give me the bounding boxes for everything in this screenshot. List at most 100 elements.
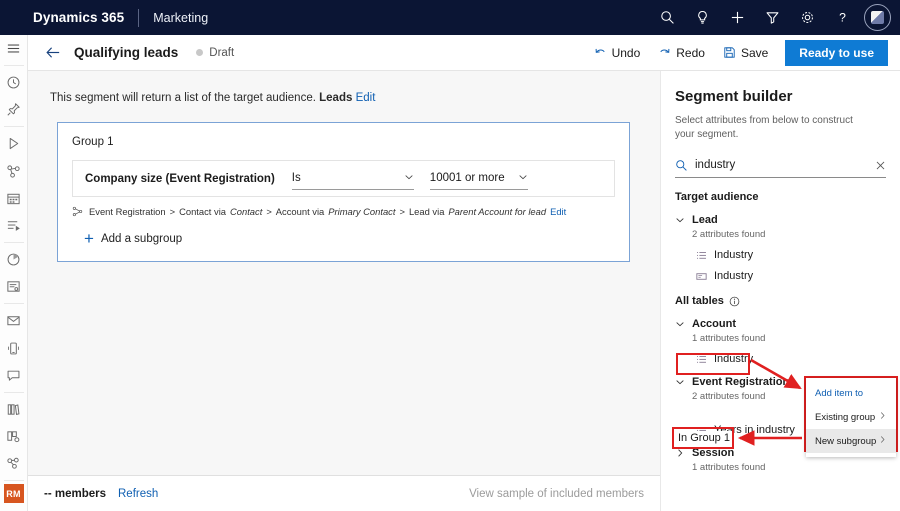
segments-icon[interactable] (0, 158, 28, 185)
ready-to-use-button[interactable]: Ready to use (785, 40, 888, 66)
path-segment: Event Registration (89, 206, 166, 217)
recent-clock-icon[interactable] (0, 69, 28, 96)
pie-chart-icon[interactable] (0, 246, 28, 273)
table-row-lead[interactable]: Lead (675, 214, 886, 226)
table-name: Lead (692, 214, 718, 226)
search-input[interactable] (695, 159, 875, 171)
rule-operator-dropdown[interactable]: Is (292, 168, 414, 190)
lightbulb-icon[interactable] (685, 0, 720, 35)
command-bar: Qualifying leads Draft Undo Redo (28, 35, 900, 71)
add-subgroup-label: Add a subgroup (101, 233, 182, 245)
command-bar-actions: Undo Redo Save Ready to use (585, 40, 900, 66)
attribute-count: 2 attributes found (692, 229, 886, 240)
attribute-label: Industry (714, 353, 753, 365)
mobile-icon[interactable] (0, 334, 28, 361)
brand-title: Dynamics 365 (33, 10, 124, 25)
target-audience-label: Target audience (675, 191, 759, 203)
connections-icon[interactable] (0, 450, 28, 477)
path-separator: > (170, 206, 175, 217)
undo-button[interactable]: Undo (585, 42, 650, 64)
context-menu-item-label: New subgroup (815, 436, 876, 447)
templates-icon[interactable] (0, 423, 28, 450)
attribute-row-account-industry[interactable]: Industry (696, 353, 886, 365)
panel-subtitle: Select attributes from below to construc… (675, 114, 860, 141)
status-label: Draft (209, 47, 234, 59)
status-badge: Draft (196, 47, 234, 59)
svg-text:?: ? (839, 11, 846, 25)
suite-bar-actions: ? (650, 0, 900, 35)
relationship-path: Event Registration > Contact via Contact… (72, 206, 615, 217)
rule-row: Company size (Event Registration) Is 100… (72, 160, 615, 197)
table-name: Event Registration (692, 376, 789, 388)
path-segment-italic: Primary Contact (328, 206, 395, 217)
save-label: Save (741, 46, 768, 60)
path-separator: > (399, 206, 404, 217)
avatar[interactable] (864, 4, 891, 31)
group-card: Group 1 Company size (Event Registration… (57, 122, 630, 262)
pin-icon[interactable] (0, 96, 28, 123)
in-group-annotation-label: In Group 1 (676, 431, 732, 445)
text-field-icon (696, 271, 707, 282)
segment-description: This segment will return a list of the t… (50, 92, 660, 104)
members-count: -- members (44, 488, 106, 500)
target-audience-header: Target audience (675, 191, 886, 203)
attribute-count: 1 attributes found (692, 462, 886, 473)
help-icon[interactable]: ? (825, 0, 860, 35)
path-segment-italic: Contact (230, 206, 262, 217)
plus-icon: + (84, 230, 94, 247)
path-separator: > (266, 206, 271, 217)
attribute-count: 1 attributes found (692, 333, 886, 344)
chevron-right-icon (878, 411, 887, 423)
view-sample-link[interactable]: View sample of included members (469, 488, 644, 500)
path-segment: Contact via (179, 206, 226, 217)
search-icon[interactable] (650, 0, 685, 35)
rail-divider (4, 242, 24, 243)
redo-label: Redo (676, 46, 705, 60)
close-icon[interactable] (875, 160, 886, 171)
filter-icon[interactable] (755, 0, 790, 35)
attribute-row-lead-industry-optionset[interactable]: Industry (696, 249, 886, 261)
path-segment: Lead via (409, 206, 444, 217)
search-icon (675, 159, 688, 172)
chevron-down-icon (675, 377, 685, 387)
path-segment-italic: Parent Account for lead (448, 206, 546, 217)
save-button[interactable]: Save (714, 42, 777, 64)
edit-target-audience-link[interactable]: Edit (356, 92, 376, 104)
edit-path-link[interactable]: Edit (550, 206, 566, 217)
context-menu-item-existing-group[interactable]: Existing group (806, 405, 896, 429)
app-root: Dynamics 365 Marketing ? (0, 0, 900, 511)
panel-title: Segment builder (675, 88, 886, 105)
calendar-grid-icon[interactable] (0, 185, 28, 212)
attribute-search[interactable] (675, 153, 886, 178)
add-subgroup-button[interactable]: + Add a subgroup (84, 230, 615, 247)
form-icon[interactable] (0, 273, 28, 300)
group-title: Group 1 (72, 136, 615, 148)
plus-icon[interactable] (720, 0, 755, 35)
redo-button[interactable]: Redo (649, 42, 714, 64)
chat-icon[interactable] (0, 362, 28, 389)
flow-icon[interactable] (0, 212, 28, 239)
play-triangle-icon[interactable] (0, 130, 28, 157)
back-arrow-icon[interactable] (38, 38, 68, 68)
segment-description-text: This segment will return a list of the t… (50, 92, 316, 104)
context-menu-item-new-subgroup[interactable]: New subgroup (806, 429, 896, 453)
rail-divider (4, 126, 24, 127)
optionset-icon (696, 354, 707, 365)
table-row-account[interactable]: Account (675, 318, 886, 330)
context-menu-header: Add item to (806, 382, 896, 405)
optionset-icon (696, 250, 707, 261)
segment-target-audience: Leads (319, 92, 352, 104)
rule-value-dropdown[interactable]: 10001 or more (430, 168, 528, 190)
gear-icon[interactable] (790, 0, 825, 35)
chevron-down-icon (675, 215, 685, 225)
chevron-down-icon (675, 319, 685, 329)
rail-user-avatar[interactable]: RM (4, 484, 24, 503)
attribute-row-lead-industry-text[interactable]: Industry (696, 270, 886, 282)
info-icon[interactable] (729, 296, 740, 307)
email-icon[interactable] (0, 307, 28, 334)
hamburger-menu-icon[interactable] (0, 35, 28, 62)
rail-divider (4, 480, 24, 481)
refresh-link[interactable]: Refresh (118, 488, 158, 500)
path-segment: Account via (276, 206, 324, 217)
library-icon[interactable] (0, 396, 28, 423)
